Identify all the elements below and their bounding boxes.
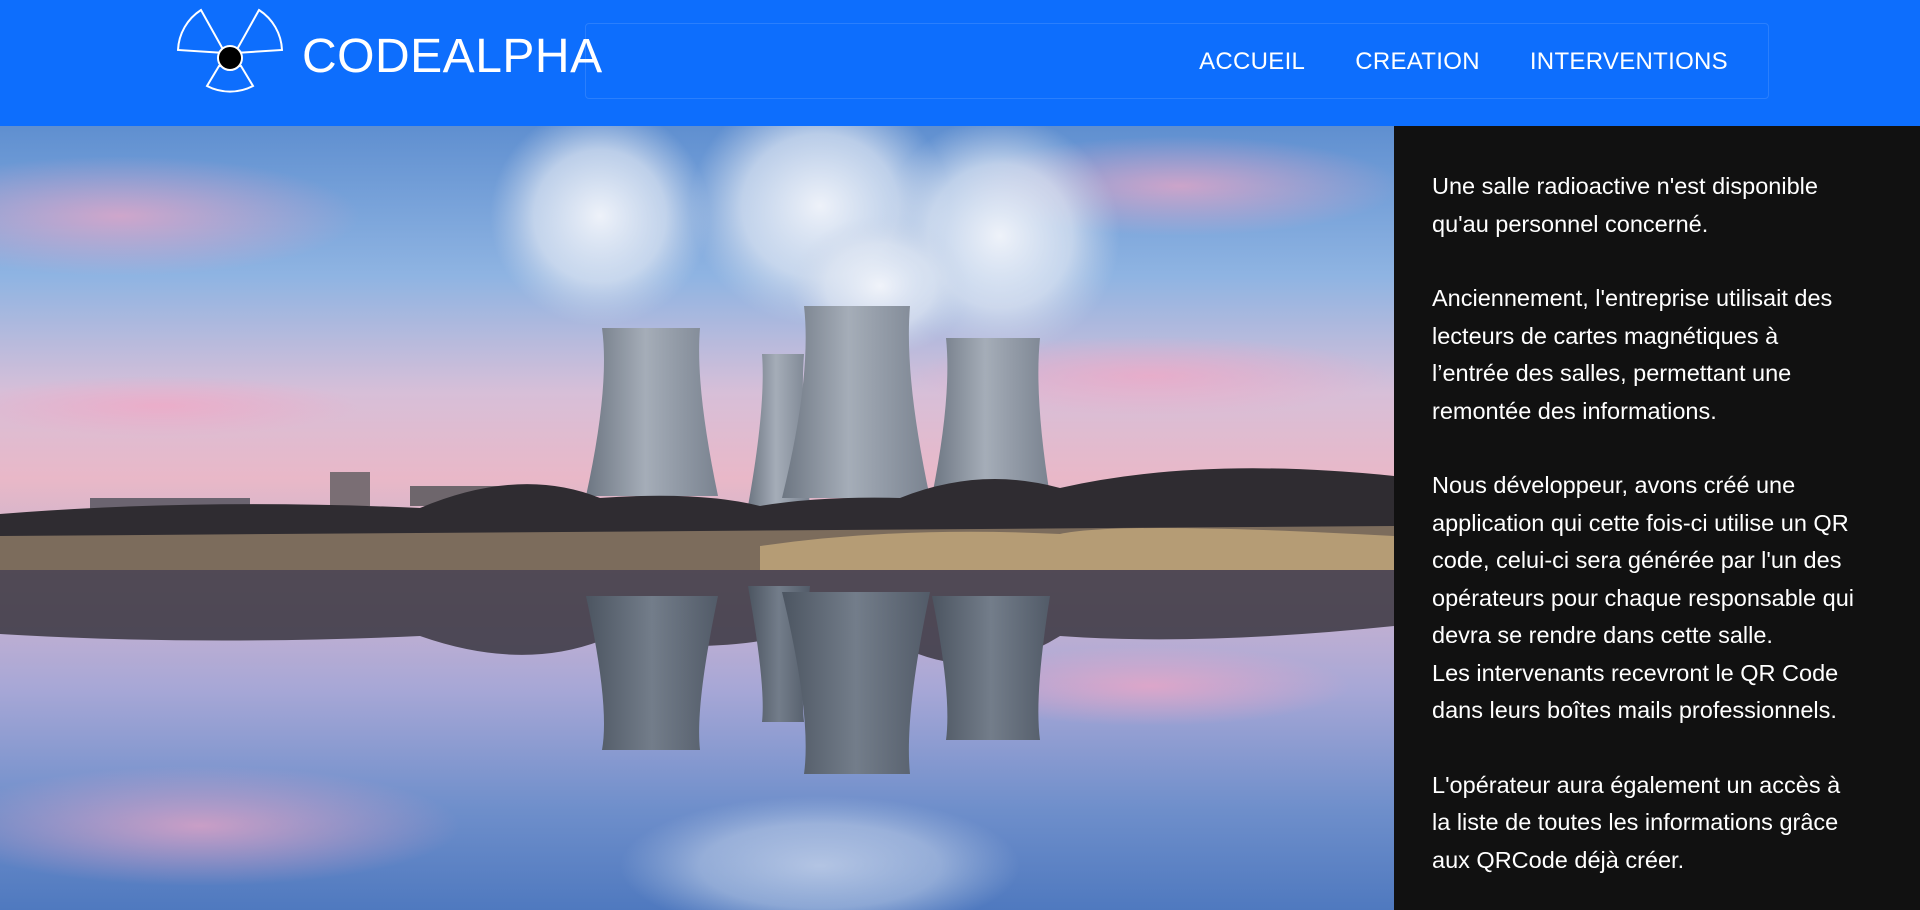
nav-link-interventions[interactable]: INTERVENTIONS	[1530, 48, 1728, 76]
info-line: la liste de toutes les informations grâc…	[1432, 809, 1839, 835]
nav-link-accueil[interactable]: ACCUEIL	[1199, 48, 1305, 76]
nav-links: ACCUEIL CREATION INTERVENTIONS	[1199, 24, 1728, 100]
info-line: dans leurs boîtes mails professionnels.	[1432, 697, 1837, 723]
brand-name: CODEALPHA	[302, 29, 603, 83]
info-line: lecteurs de cartes magnétiques à	[1432, 322, 1779, 349]
info-line: remontée des informations.	[1432, 397, 1717, 424]
hero-image	[0, 126, 1394, 910]
info-panel: Une salle radioactive n'est disponible q…	[1394, 126, 1920, 910]
info-line: Anciennement, l'entreprise utilisait des	[1432, 285, 1833, 311]
info-line: L'opérateur aura également un accès à	[1432, 771, 1841, 798]
info-paragraph-2: Anciennement, l'entreprise utilisait des…	[1432, 280, 1890, 430]
info-line: opérateurs pour chaque responsable qui	[1432, 584, 1854, 611]
info-paragraph-3: Nous développeur, avons créé une applica…	[1432, 467, 1890, 730]
info-line: l’entrée des salles, permettant une	[1432, 360, 1792, 386]
info-line: code, celui-ci sera générée par l'un des	[1432, 547, 1842, 573]
nav-link-creation[interactable]: CREATION	[1355, 48, 1480, 76]
info-line: Nous développeur, avons créé une	[1432, 472, 1796, 498]
radiation-trefoil-icon	[176, 8, 284, 93]
info-paragraph-1: Une salle radioactive n'est disponible q…	[1432, 168, 1890, 243]
nav-menu: ACCUEIL CREATION INTERVENTIONS	[585, 23, 1769, 99]
info-line: Une salle radioactive n'est disponible	[1432, 173, 1818, 199]
info-paragraph-4: L'opérateur aura également un accès à la…	[1432, 767, 1890, 880]
brand-link[interactable]: CODEALPHA	[174, 4, 603, 108]
info-line: Les intervenants recevront le QR Code	[1432, 659, 1839, 686]
info-line: aux QRCode déjà créer.	[1432, 846, 1685, 873]
info-line: qu'au personnel concerné.	[1432, 210, 1709, 237]
navbar: CODEALPHA ACCUEIL CREATION INTERVENTIONS	[0, 0, 1920, 126]
info-line: application qui cette fois-ci utilise un…	[1432, 509, 1849, 536]
cooling-towers-illustration	[0, 126, 1394, 910]
info-line: devra se rendre dans cette salle.	[1432, 622, 1773, 648]
